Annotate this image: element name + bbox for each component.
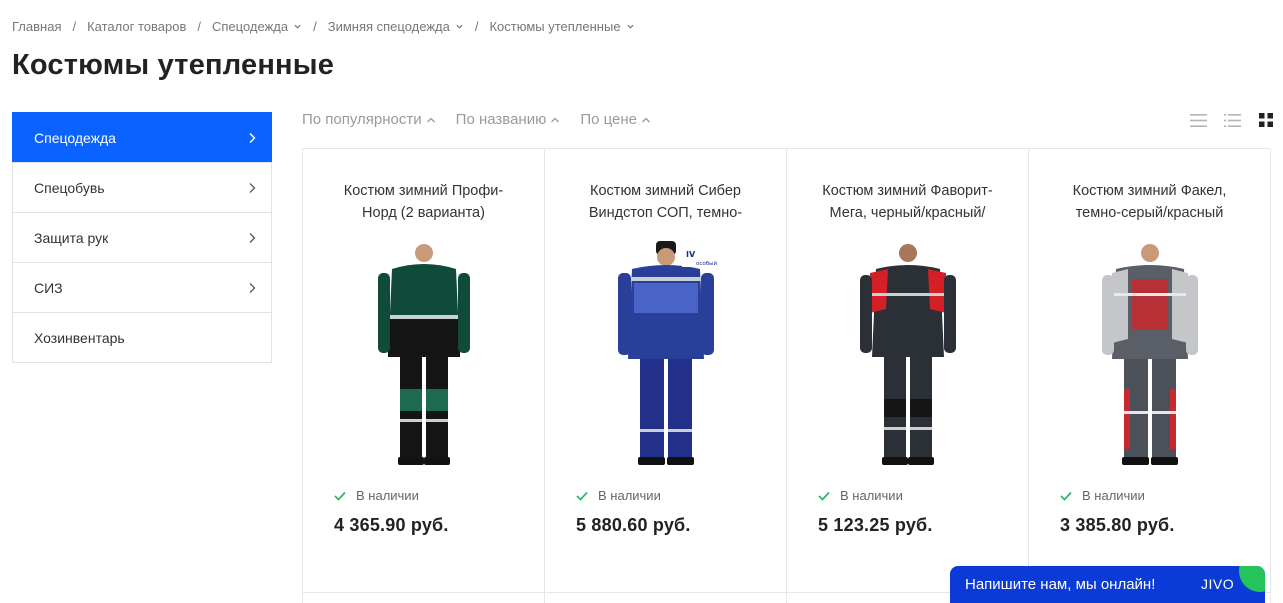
sort-by-name[interactable]: По названию [456, 111, 561, 128]
stock-label: В наличии [356, 488, 419, 503]
breadcrumb-label[interactable]: Зимняя спецодежда [328, 19, 450, 34]
grid-view-button[interactable] [1256, 110, 1276, 130]
product-card[interactable]: Костюм зимний Факел, темно-серый/красный… [1029, 149, 1271, 593]
stock-label: В наличии [1082, 488, 1145, 503]
stock-status: В наличии [1060, 488, 1145, 503]
product-card[interactable]: Костюм зимний Фаворит-Мега, черный/красн… [787, 149, 1029, 593]
check-icon [1060, 491, 1072, 501]
sort-option-label: По цене [580, 111, 638, 128]
grid-icon [1259, 113, 1273, 127]
breadcrumb-separator: / [72, 19, 77, 34]
list-icon [1189, 113, 1207, 127]
product-price: 5 123.25 руб. [818, 515, 933, 535]
list-view-button[interactable] [1188, 110, 1208, 130]
jivo-logo: JIVO [1201, 576, 1235, 592]
chevron-up-icon [551, 117, 560, 122]
chevron-up-icon [642, 117, 650, 122]
chevron-right-icon [249, 132, 256, 143]
sort-by-popularity[interactable]: По популярности [302, 111, 436, 128]
breadcrumb-separator: / [474, 19, 479, 34]
chevron-right-icon [249, 232, 256, 243]
chevron-down-icon[interactable] [455, 22, 464, 31]
category-sidebar: Спецодежда Спецобувь Защита рук СИЗ Хози… [12, 112, 272, 363]
stock-label: В наличии [840, 488, 903, 503]
check-icon [576, 491, 588, 501]
product-image[interactable]: IV особый [606, 239, 726, 469]
sort-bar: По популярности По названию По цене [302, 111, 671, 128]
product-price: 4 365.90 руб. [334, 515, 449, 535]
sidebar-item-label: Спецобувь [34, 179, 105, 196]
product-card[interactable]: Костюм зимний Профи-Норд (2 варианта) В … [303, 149, 545, 593]
chevron-up-icon [426, 117, 435, 122]
sort-option-label: По названию [455, 111, 547, 128]
product-price: 5 880.60 руб. [576, 515, 691, 535]
badge-type-label: особый [696, 260, 717, 267]
product-price: 3 385.80 руб. [1060, 515, 1175, 535]
product-title[interactable]: Костюм зимний Фаворит-Мега, черный/красн… [813, 180, 1002, 224]
product-image[interactable] [364, 239, 484, 469]
stock-status: В наличии [576, 488, 661, 503]
product-card-next-row [545, 593, 787, 603]
product-grid: Костюм зимний Профи-Норд (2 варианта) В … [302, 148, 1271, 603]
chat-widget[interactable]: Напишите нам, мы онлайн! JIVO [950, 566, 1265, 603]
breadcrumb-separator: / [197, 19, 201, 34]
product-title[interactable]: Костюм зимний Профи-Норд (2 варианта) [329, 180, 518, 224]
product-title[interactable]: Костюм зимний Сибер Виндстоп СОП, темно- [571, 180, 760, 224]
breadcrumb-home[interactable]: Главная [12, 19, 61, 34]
breadcrumb-current[interactable]: Костюмы утепленные [489, 19, 634, 34]
product-card-next-row [303, 593, 545, 603]
breadcrumb-workwear[interactable]: Спецодежда [212, 19, 302, 34]
breadcrumb-label[interactable]: Каталог товаров [87, 19, 186, 34]
breadcrumb-catalog[interactable]: Каталог товаров [87, 19, 186, 34]
sidebar-item-label: Хозинвентарь [34, 329, 125, 346]
detailed-list-view-button[interactable] [1222, 110, 1242, 130]
sidebar-item-household[interactable]: Хозинвентарь [13, 312, 271, 362]
check-icon [818, 491, 830, 501]
breadcrumb-winter[interactable]: Зимняя спецодежда [328, 19, 464, 34]
stock-status: В наличии [818, 488, 903, 503]
chat-status-indicator [1239, 566, 1265, 592]
sort-option-label: По популярности [302, 111, 422, 128]
chevron-right-icon [249, 282, 256, 293]
sidebar-item-label: Спецодежда [34, 129, 116, 146]
sidebar-item-label: Защита рук [34, 229, 109, 246]
page-title: Костюмы утепленные [12, 49, 335, 81]
sidebar-item-label: СИЗ [34, 279, 63, 296]
breadcrumb: Главная / Каталог товаров / Спецодежда /… [12, 19, 635, 34]
chevron-right-icon [249, 182, 256, 193]
stock-status: В наличии [334, 488, 419, 503]
detailed-list-icon [1223, 113, 1241, 127]
sidebar-item-footwear[interactable]: Спецобувь [13, 162, 271, 212]
view-toggle [1188, 110, 1276, 130]
chevron-down-icon[interactable] [293, 22, 302, 31]
breadcrumb-label[interactable]: Главная [12, 19, 61, 34]
certification-badge-icon: IV особый [682, 247, 722, 267]
chat-prompt[interactable]: Напишите нам, мы онлайн! [965, 576, 1155, 593]
breadcrumb-label[interactable]: Костюмы утепленные [489, 19, 620, 34]
check-icon [334, 491, 346, 501]
sidebar-item-workwear[interactable]: Спецодежда [12, 112, 272, 162]
sidebar-item-ppe[interactable]: СИЗ [13, 262, 271, 312]
sort-by-price[interactable]: По цене [580, 111, 651, 128]
breadcrumb-label[interactable]: Спецодежда [212, 19, 288, 34]
stock-label: В наличии [598, 488, 661, 503]
product-image[interactable] [1090, 239, 1210, 469]
product-title[interactable]: Костюм зимний Факел, темно-серый/красный [1055, 180, 1244, 224]
product-image[interactable] [848, 239, 968, 469]
badge-class-label: IV [686, 250, 696, 259]
chevron-down-icon[interactable] [626, 22, 635, 31]
product-card[interactable]: Костюм зимний Сибер Виндстоп СОП, темно-… [545, 149, 787, 593]
sidebar-item-hand-protection[interactable]: Защита рук [13, 212, 271, 262]
breadcrumb-separator: / [313, 19, 317, 34]
